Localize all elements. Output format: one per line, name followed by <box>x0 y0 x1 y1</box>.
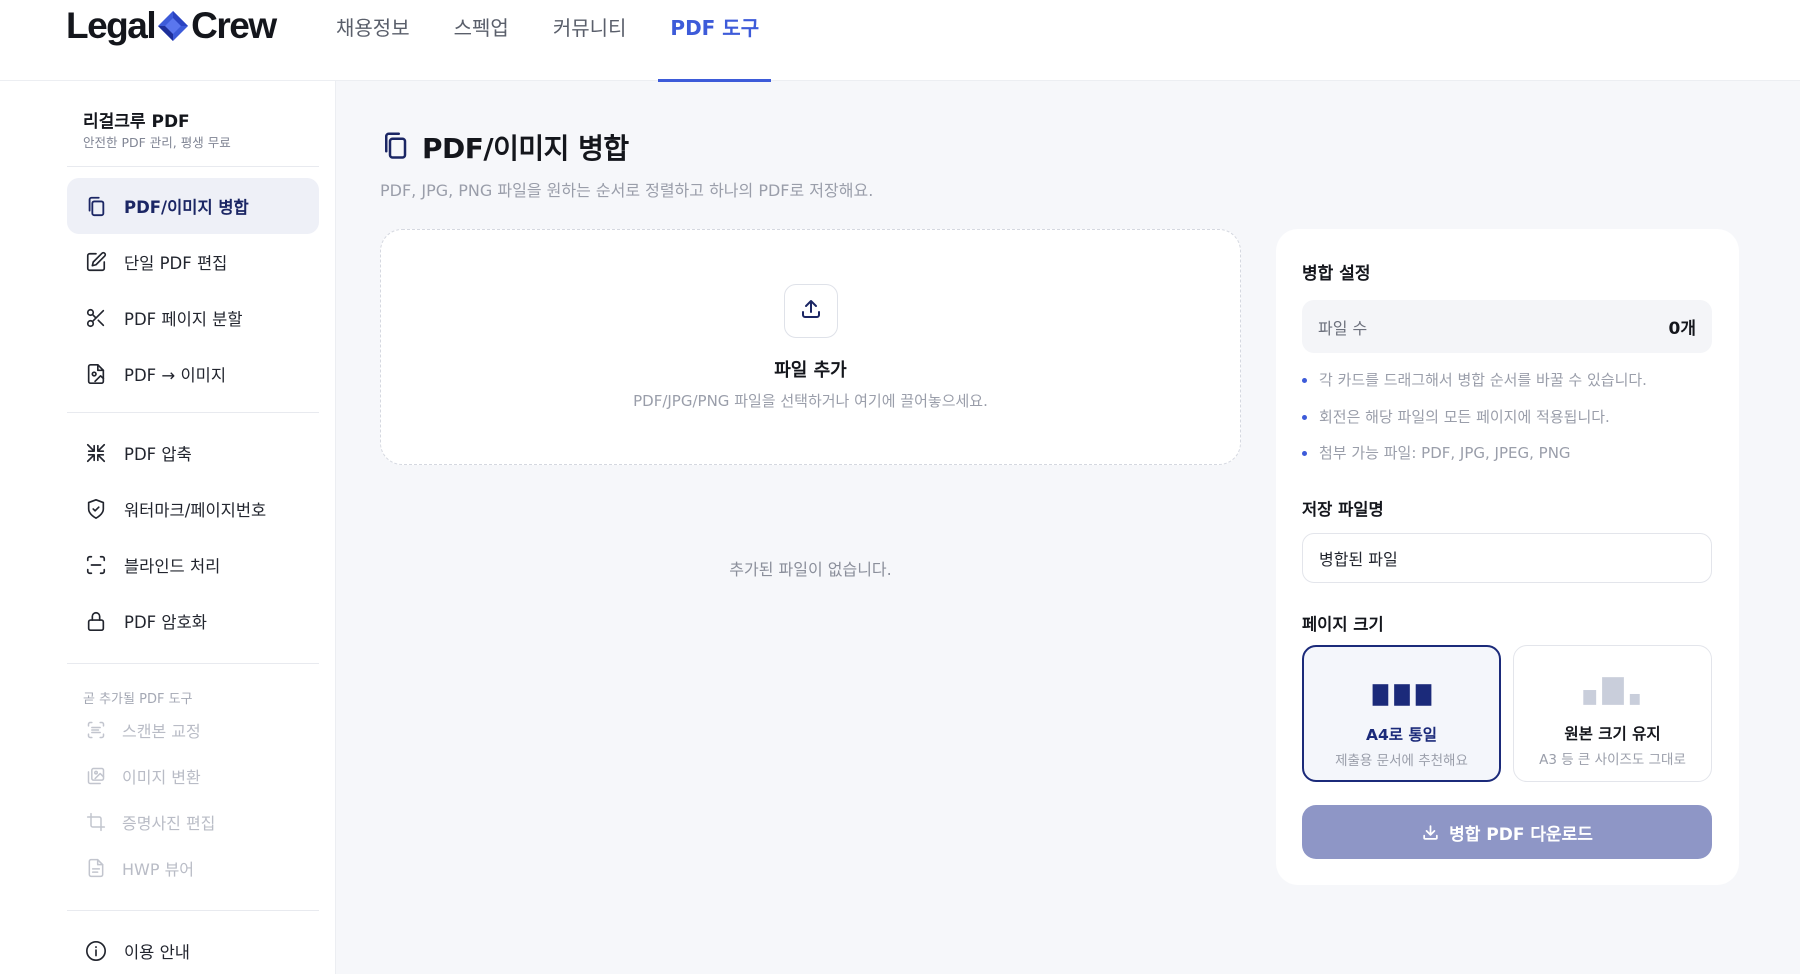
sidebar-item-compress[interactable]: PDF 압축 <box>67 425 319 481</box>
sidebar-item-watermark[interactable]: 워터마크/페이지번호 <box>67 481 319 537</box>
sidebar-item-label: 스캔본 교정 <box>122 722 201 741</box>
sidebar-divider <box>67 166 319 167</box>
sidebar-item-blind[interactable]: 블라인드 처리 <box>67 537 319 593</box>
sidebar-item-encrypt[interactable]: PDF 암호화 <box>67 593 319 649</box>
sidebar-item-split[interactable]: PDF 페이지 분할 <box>67 290 319 346</box>
empty-file-list-message: 추가된 파일이 없습니다. <box>729 560 892 579</box>
sidebar-item-label: 블라인드 처리 <box>124 557 221 576</box>
sidebar-item-label: PDF/이미지 병합 <box>124 198 249 217</box>
filename-label: 저장 파일명 <box>1302 500 1384 519</box>
sidebar-item-label: PDF 압축 <box>124 445 192 464</box>
option-subtitle: A3 등 큰 사이즈도 그대로 <box>1539 752 1686 768</box>
sidebar-divider <box>67 412 319 413</box>
nav-specup[interactable]: 스펙업 <box>432 0 531 81</box>
sidebar-item-id-photo: 증명사진 편집 <box>67 800 319 844</box>
copy-icon <box>84 194 108 218</box>
sidebar-item-pdf-to-image[interactable]: PDF → 이미지 <box>67 346 319 402</box>
download-button-label: 병합 PDF 다운로드 <box>1449 824 1593 845</box>
file-count-value: 0개 <box>1668 319 1696 339</box>
file-image-icon <box>84 362 108 386</box>
crop-icon <box>84 810 108 834</box>
page-size-a4-option[interactable]: A4로 통일 제출용 문서에 추천해요 <box>1302 645 1501 782</box>
scissors-icon <box>84 306 108 330</box>
sidebar-item-label: PDF 페이지 분할 <box>124 310 243 329</box>
dropzone-hint: PDF/JPG/PNG 파일을 선택하거나 여기에 끌어놓으세요. <box>633 392 988 410</box>
page-size-original-option[interactable]: 원본 크기 유지 A3 등 큰 사이즈도 그대로 <box>1513 645 1712 782</box>
sidebar-item-image-convert: 이미지 변환 <box>67 754 319 798</box>
sidebar-divider <box>67 910 319 911</box>
images-icon <box>84 764 108 788</box>
logo-diamond-icon <box>158 11 189 41</box>
filename-input[interactable] <box>1302 533 1712 583</box>
nav-jobs[interactable]: 채용정보 <box>314 0 432 81</box>
sidebar-item-hwp-viewer: HWP 뷰어 <box>67 846 319 890</box>
download-merged-pdf-button[interactable]: 병합 PDF 다운로드 <box>1302 805 1712 859</box>
option-title: 원본 크기 유지 <box>1564 725 1661 743</box>
page-title-row: PDF/이미지 병합 <box>380 127 629 167</box>
nav-pdf-tools[interactable]: PDF 도구 <box>648 0 781 82</box>
merge-settings-panel: 병합 설정 파일 수 0개 각 카드를 드래그해서 병합 순서를 바꿀 수 있습… <box>1276 229 1739 885</box>
option-title: A4로 통일 <box>1366 726 1437 744</box>
lock-icon <box>84 609 108 633</box>
dropzone-title: 파일 추가 <box>774 360 847 381</box>
sidebar-item-label: HWP 뷰어 <box>122 860 195 879</box>
uniform-pages-icon <box>1372 684 1432 706</box>
legalcrew-logo[interactable]: Legal Crew <box>66 2 277 50</box>
download-icon <box>1421 823 1440 842</box>
mixed-pages-icon <box>1583 677 1640 705</box>
sidebar-title: 리걸크루 PDF <box>83 112 190 132</box>
top-header: Legal Crew 채용정보 스펙업 커뮤니티 PDF 도구 <box>0 0 1800 82</box>
page-size-label: 페이지 크기 <box>1302 615 1384 634</box>
file-count-box: 파일 수 0개 <box>1302 300 1712 353</box>
sidebar: 리걸크루 PDF 안전한 PDF 관리, 평생 무료 PDF/이미지 병합 단일… <box>0 81 336 974</box>
sidebar-item-label: PDF 암호화 <box>124 613 207 632</box>
shield-check-icon <box>84 497 108 521</box>
sidebar-item-merge[interactable]: PDF/이미지 병합 <box>67 178 319 234</box>
settings-title: 병합 설정 <box>1302 264 1371 284</box>
sidebar-item-label: 증명사진 편집 <box>122 814 216 833</box>
sidebar-item-label: PDF → 이미지 <box>124 366 227 385</box>
scan-text-icon <box>84 718 108 742</box>
info-icon <box>84 939 108 963</box>
tip-item: 회전은 해당 파일의 모든 페이지에 적용됩니다. <box>1302 406 1647 443</box>
page-description: PDF, JPG, PNG 파일을 원하는 순서로 정렬하고 하나의 PDF로 … <box>380 181 874 200</box>
coming-soon-heading: 곧 추가될 PDF 도구 <box>83 692 193 707</box>
option-subtitle: 제출용 문서에 추천해요 <box>1335 753 1468 769</box>
sidebar-item-edit[interactable]: 단일 PDF 편집 <box>67 234 319 290</box>
tip-item: 첨부 가능 파일: PDF, JPG, JPEG, PNG <box>1302 442 1647 479</box>
upload-button[interactable] <box>784 284 838 338</box>
tip-item: 각 카드를 드래그해서 병합 순서를 바꿀 수 있습니다. <box>1302 369 1647 406</box>
logo-text-left: Legal <box>66 5 157 46</box>
logo-text-right: Crew <box>191 5 277 46</box>
upload-icon <box>799 297 823 325</box>
copy-icon <box>380 130 410 164</box>
main-nav: 채용정보 스펙업 커뮤니티 PDF 도구 <box>314 0 781 82</box>
file-count-label: 파일 수 <box>1318 318 1368 338</box>
page-title: PDF/이미지 병합 <box>422 132 629 165</box>
file-text-icon <box>84 856 108 880</box>
compress-icon <box>84 441 108 465</box>
sidebar-item-label: 단일 PDF 편집 <box>124 254 228 273</box>
sidebar-divider <box>67 663 319 664</box>
sidebar-item-help[interactable]: 이용 안내 <box>67 923 319 974</box>
sidebar-item-label: 이용 안내 <box>124 943 190 962</box>
sidebar-item-scan-correct: 스캔본 교정 <box>67 708 319 752</box>
tips-list: 각 카드를 드래그해서 병합 순서를 바꿀 수 있습니다. 회전은 해당 파일의… <box>1302 369 1647 479</box>
nav-community[interactable]: 커뮤니티 <box>531 0 649 81</box>
file-dropzone[interactable]: 파일 추가 PDF/JPG/PNG 파일을 선택하거나 여기에 끌어놓으세요. <box>380 229 1241 465</box>
sidebar-item-label: 이미지 변환 <box>122 768 201 787</box>
edit-icon <box>84 250 108 274</box>
sidebar-item-label: 워터마크/페이지번호 <box>124 501 267 520</box>
sidebar-subtitle: 안전한 PDF 관리, 평생 무료 <box>83 135 231 150</box>
scan-icon <box>84 553 108 577</box>
